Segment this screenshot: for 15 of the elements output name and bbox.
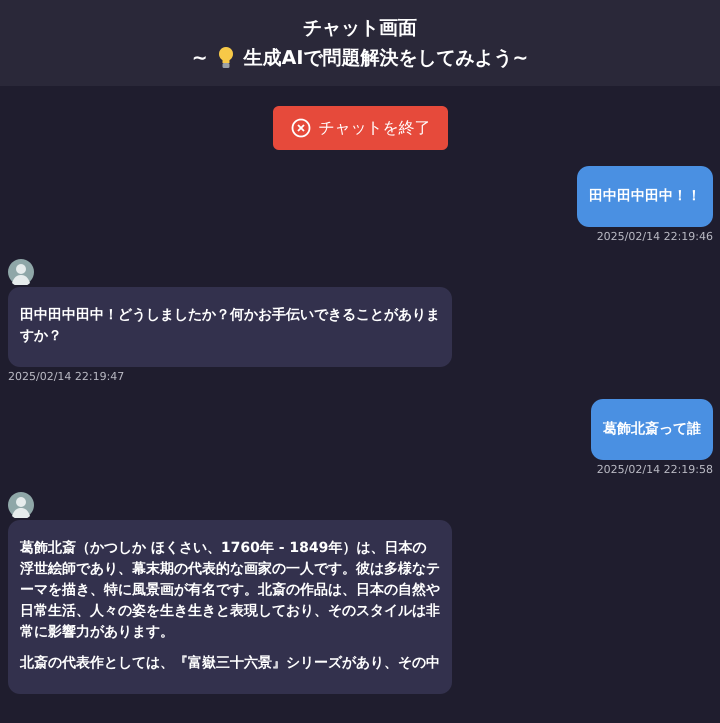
- subtitle-tilde: ~: [192, 47, 208, 69]
- message-text: 北斎の代表作としては、『富嶽三十六景』シリーズがあり、その中: [20, 654, 440, 673]
- end-chat-button[interactable]: チャットを終了: [272, 106, 448, 150]
- message-timestamp: 2025/02/14 22:19:47: [8, 370, 124, 383]
- avatar-icon: [8, 492, 34, 518]
- message-text: 田中田中田中！！: [589, 188, 701, 205]
- message-text: 田中田中田中！どうしましたか？何かお手伝いできることがありますか？: [20, 306, 440, 346]
- message-text: 葛飾北斎って誰: [603, 421, 701, 438]
- page-subtitle: 生成AIで問題解決をしてみよう~: [244, 46, 528, 71]
- message-text: 葛飾北斎（かつしか ほくさい、1760年 - 1849年）は、日本の浮世絵師であり、幕末期の代表的な画家の一人です。彼は多様なテーマを描き、特に風景画が有名です。北斎の作品は、日本の自然や日常生活、人々の姿を生き生きと表現しており、そのスタイルは非常に影響力があります。: [20, 538, 440, 642]
- avatar-icon: [8, 259, 34, 285]
- message-timestamp: 2025/02/14 22:19:46: [596, 230, 713, 243]
- page-title: チャット画面: [303, 16, 417, 41]
- close-icon: [290, 118, 310, 138]
- message-timestamp: 2025/02/14 22:19:58: [596, 463, 713, 476]
